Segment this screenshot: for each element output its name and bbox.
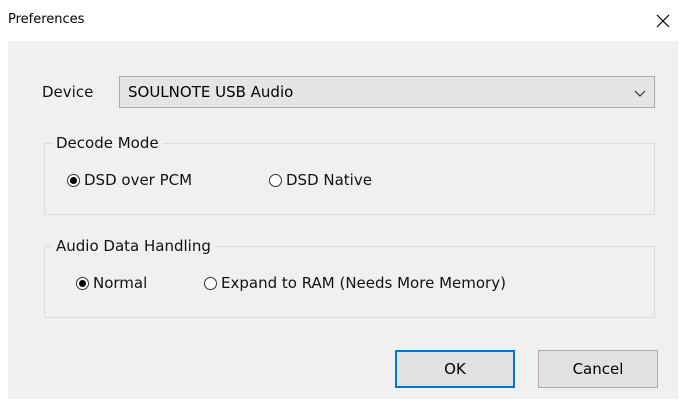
close-button[interactable] [640, 0, 686, 41]
radio-label: Expand to RAM (Needs More Memory) [221, 274, 506, 292]
radio-label: DSD Native [286, 171, 372, 189]
radio-expand-to-ram[interactable]: Expand to RAM (Needs More Memory) [204, 274, 506, 292]
window-title: Preferences [8, 12, 85, 27]
device-label: Device [42, 83, 94, 101]
close-icon [656, 14, 670, 27]
audio-data-handling-title: Audio Data Handling [52, 237, 215, 255]
device-select-value: SOULNOTE USB Audio [128, 83, 294, 101]
cancel-button[interactable]: Cancel [538, 350, 658, 388]
radio-normal[interactable]: Normal [76, 274, 147, 292]
radio-label: DSD over PCM [84, 171, 193, 189]
radio-indicator-checked [67, 173, 80, 187]
decode-mode-title: Decode Mode [52, 134, 163, 152]
chevron-down-icon [634, 90, 646, 97]
ok-button[interactable]: OK [395, 350, 515, 388]
radio-indicator-checked [76, 276, 89, 290]
dialog-client-area: Device SOULNOTE USB Audio Decode Mode DS… [8, 41, 678, 399]
radio-label: Normal [93, 274, 148, 292]
device-select[interactable]: SOULNOTE USB Audio [119, 76, 655, 108]
radio-dsd-native[interactable]: DSD Native [269, 171, 372, 189]
radio-indicator-unchecked [204, 276, 217, 290]
title-bar: Preferences [0, 0, 686, 41]
radio-indicator-unchecked [269, 173, 282, 187]
radio-dsd-over-pcm[interactable]: DSD over PCM [67, 171, 192, 189]
